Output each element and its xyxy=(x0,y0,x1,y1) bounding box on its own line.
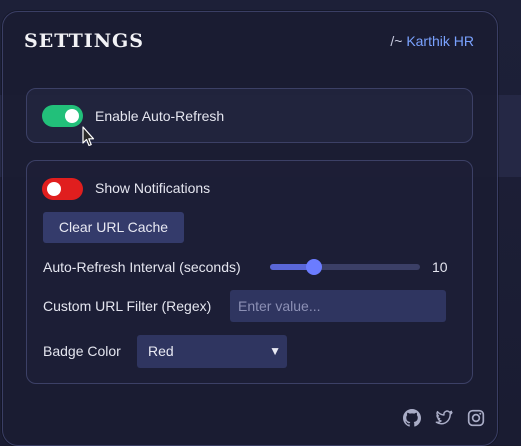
clear-url-cache-button[interactable]: Clear URL Cache xyxy=(43,212,184,243)
user-name-link[interactable]: Karthik HR xyxy=(406,33,474,49)
notifications-toggle[interactable] xyxy=(42,178,83,200)
notifications-label: Show Notifications xyxy=(95,180,211,196)
interval-slider[interactable] xyxy=(270,259,420,275)
header: SETTINGS /~ Karthik HR xyxy=(24,30,474,56)
auto-refresh-label: Enable Auto-Refresh xyxy=(95,108,225,124)
instagram-icon[interactable] xyxy=(467,409,485,427)
badge-color-value: Red xyxy=(148,343,174,359)
user-prefix: /~ xyxy=(390,33,407,49)
github-icon[interactable] xyxy=(403,409,421,427)
badge-color-label: Badge Color xyxy=(43,343,121,359)
badge-color-select[interactable]: Red ▼ xyxy=(137,335,287,368)
mouse-cursor-icon xyxy=(82,126,95,147)
user-handle: /~ Karthik HR xyxy=(390,33,474,49)
interval-value: 10 xyxy=(432,259,448,275)
toggle-knob xyxy=(65,109,79,123)
toggle-knob xyxy=(47,182,61,196)
twitter-icon[interactable] xyxy=(435,409,453,427)
interval-label: Auto-Refresh Interval (seconds) xyxy=(43,259,241,275)
auto-refresh-toggle[interactable] xyxy=(42,105,83,127)
chevron-down-icon: ▼ xyxy=(269,344,281,358)
page-title: SETTINGS xyxy=(24,30,145,52)
url-filter-input[interactable]: Enter value... xyxy=(230,290,446,322)
slider-thumb[interactable] xyxy=(305,259,322,275)
url-filter-label: Custom URL Filter (Regex) xyxy=(43,298,212,314)
